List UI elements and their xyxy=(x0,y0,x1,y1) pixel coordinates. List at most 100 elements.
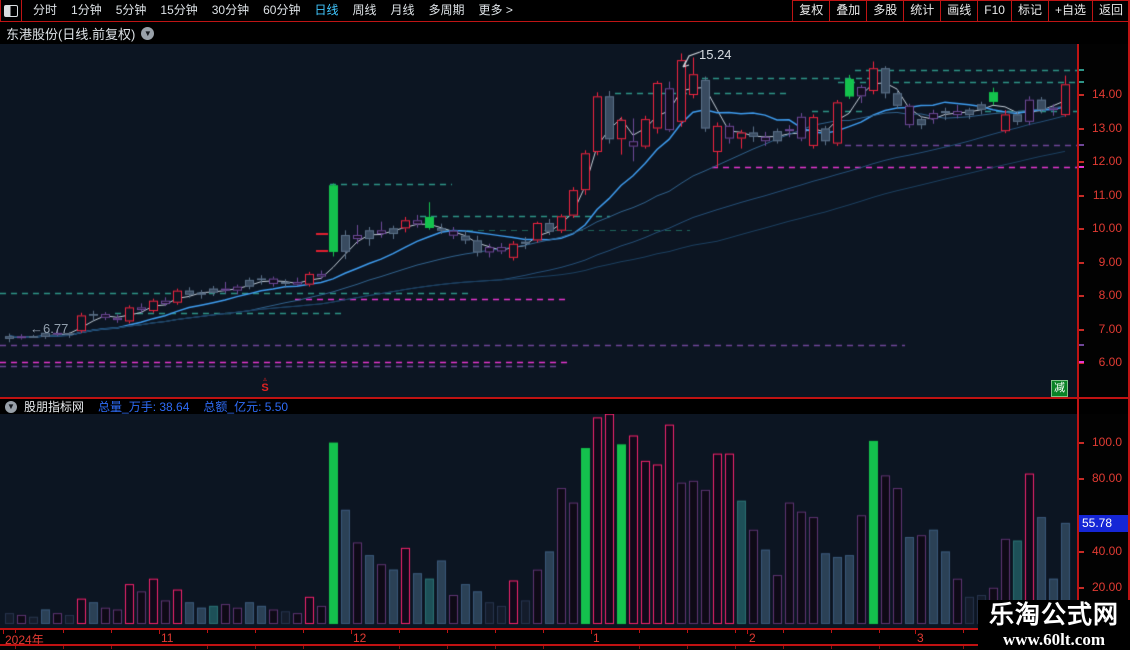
level-axis-mark xyxy=(1079,343,1084,346)
week-tick xyxy=(687,630,688,633)
week-tick xyxy=(63,630,64,633)
price-axis-label: 10.00 xyxy=(1091,221,1122,235)
tab-1分钟[interactable]: 1分钟 xyxy=(64,0,109,21)
window-panel-icon[interactable] xyxy=(1,0,22,21)
volume-axis-tick xyxy=(1079,550,1084,553)
month-tick xyxy=(3,630,4,634)
toolbar-button-统计[interactable]: 统计 xyxy=(904,1,942,21)
time-axis: 2024年 11 12 1 2 3 xyxy=(0,630,1130,647)
volume-axis-tick xyxy=(1079,586,1084,589)
week-tick xyxy=(207,630,208,633)
watermark-url: www.60lt.com xyxy=(1003,630,1105,649)
candlestick-canvas[interactable] xyxy=(0,44,1077,397)
week-tick xyxy=(255,630,256,633)
level-axis-mark xyxy=(1079,80,1084,83)
stock-title: 东港股份(日线.前复权) xyxy=(6,26,136,42)
month-label: 3 xyxy=(917,631,924,645)
toolbar-button-复权[interactable]: 复权 xyxy=(793,1,831,21)
toolbar-button-画线[interactable]: 画线 xyxy=(941,1,979,21)
peak-price-annotation: 15.24 xyxy=(699,47,732,62)
chevron-down-icon[interactable]: ▼ xyxy=(141,26,155,40)
week-tick xyxy=(831,646,832,649)
week-tick xyxy=(255,646,256,649)
week-tick xyxy=(879,646,880,649)
next-pane-sliver xyxy=(0,646,1130,650)
tab-60分钟[interactable]: 60分钟 xyxy=(256,0,307,21)
tab-30分钟[interactable]: 30分钟 xyxy=(205,0,256,21)
indicator-name: 股朋指标网 xyxy=(24,400,85,414)
level-axis-mark xyxy=(1079,166,1084,169)
reduce-badge: 减 xyxy=(1051,380,1068,397)
sell-signal-marker: ▵ S xyxy=(258,376,272,394)
price-axis-tick xyxy=(1079,295,1084,297)
tab-5分钟[interactable]: 5分钟 xyxy=(109,0,154,21)
price-axis: 14.00 13.00 12.00 11.00 10.00 9.00 8.00 7.00 6.0… xyxy=(1079,44,1128,397)
total-volume-stat: 总量_万手: 38.64 xyxy=(98,400,190,414)
volume-chart[interactable] xyxy=(0,414,1077,628)
total-amount-stat: 总额_亿元: 5.50 xyxy=(203,400,289,414)
month-tick xyxy=(915,630,916,634)
price-axis-tick xyxy=(1079,261,1084,264)
watermark-title: 乐淘公式网 xyxy=(988,601,1119,629)
month-tick xyxy=(351,630,352,634)
top-toolbar: 分时 1分钟 5分钟 15分钟 30分钟 60分钟 日线 周线 月线 多周期 更多 > 复权 叠加 多股… xyxy=(0,0,1130,22)
volume-axis-tick xyxy=(1079,441,1084,444)
indicator-panel-header: ▼ 股朋指标网 总量_万手: 38.64 总额_亿元: 5.50 xyxy=(0,399,1130,414)
week-tick xyxy=(495,630,496,633)
sell-label: S xyxy=(261,382,269,394)
toolbar-button-F10[interactable]: F10 xyxy=(978,1,1012,21)
week-tick xyxy=(543,630,544,633)
week-tick xyxy=(447,646,448,649)
month-label: 1 xyxy=(593,631,600,645)
panel-toggle-icon xyxy=(4,4,18,17)
low-price-annotation: ←6.77 xyxy=(30,321,69,336)
tab-日线[interactable]: 日线 xyxy=(307,0,345,21)
week-tick xyxy=(639,630,640,633)
volume-axis-tick xyxy=(1079,478,1084,480)
week-tick xyxy=(963,646,964,649)
level-axis-mark xyxy=(1079,144,1084,147)
price-axis-label: 8.00 xyxy=(1098,288,1122,302)
month-tick xyxy=(159,630,160,634)
week-tick xyxy=(63,646,64,649)
tab-周线[interactable]: 周线 xyxy=(345,0,383,21)
price-axis-label: 14.00 xyxy=(1091,87,1122,101)
week-tick xyxy=(399,630,400,633)
volume-axis: 55.78 100.0 80.00 40.00 20.00 xyxy=(1079,414,1128,628)
tab-更多 >[interactable]: 更多 > xyxy=(472,0,520,21)
week-tick xyxy=(303,630,304,633)
week-tick xyxy=(687,646,688,649)
volume-canvas[interactable] xyxy=(0,414,1077,628)
price-axis-label: 7.00 xyxy=(1098,321,1122,336)
price-axis-tick xyxy=(1079,94,1084,96)
week-tick xyxy=(111,646,112,649)
axis-border-line xyxy=(1077,44,1079,628)
price-axis-label: 12.00 xyxy=(1091,154,1122,168)
week-tick xyxy=(495,646,496,649)
toolbar-button-+自选[interactable]: +自选 xyxy=(1049,1,1093,21)
toolbar-button-多股[interactable]: 多股 xyxy=(867,1,905,21)
candlestick-chart[interactable] xyxy=(0,44,1077,397)
week-tick xyxy=(15,630,16,633)
watermark: 乐淘公式网 www.60lt.com xyxy=(978,600,1130,650)
tab-月线[interactable]: 月线 xyxy=(384,0,422,21)
week-tick xyxy=(15,646,16,649)
month-label: 11 xyxy=(161,631,174,645)
week-tick xyxy=(735,630,736,633)
week-tick xyxy=(447,630,448,633)
chevron-down-icon[interactable]: ▼ xyxy=(5,400,17,413)
tab-15分钟[interactable]: 15分钟 xyxy=(153,0,204,21)
volume-axis-label: 20.00 xyxy=(1091,579,1122,594)
tab-多周期[interactable]: 多周期 xyxy=(422,0,472,21)
week-tick xyxy=(831,630,832,633)
volume-axis-label: 100.0 xyxy=(1091,434,1122,449)
toolbar-right-buttons: 复权 叠加 多股 统计 画线 F10 标记 +自选 返回 xyxy=(792,0,1130,21)
week-tick xyxy=(879,630,880,633)
price-axis-tick xyxy=(1079,328,1084,331)
tab-分时[interactable]: 分时 xyxy=(26,0,64,21)
week-tick xyxy=(207,646,208,649)
toolbar-button-返回[interactable]: 返回 xyxy=(1093,1,1130,21)
week-tick xyxy=(543,646,544,649)
toolbar-button-标记[interactable]: 标记 xyxy=(1012,1,1049,21)
toolbar-button-叠加[interactable]: 叠加 xyxy=(830,1,868,21)
